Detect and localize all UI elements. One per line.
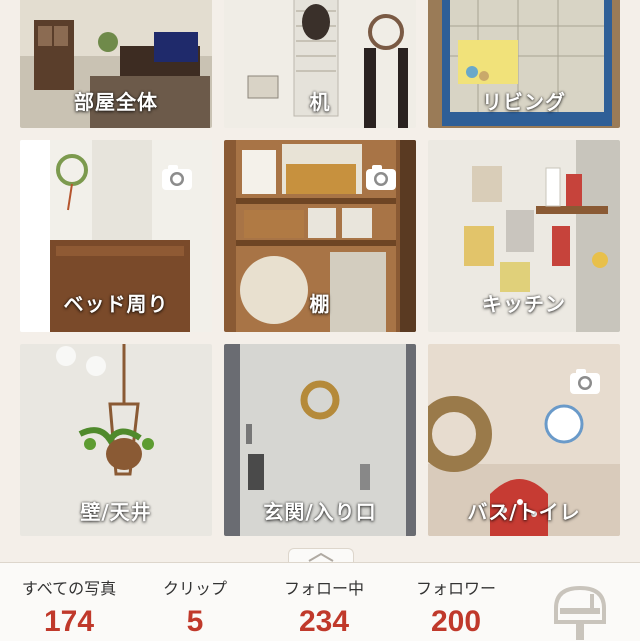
room-category-grid: 部屋全体 机 リビング ベッド周り 棚 キッチン 壁/天井 玄関/入り口 バス/… [0,0,640,560]
stat-value: 234 [298,605,350,638]
category-label: ベッド周り [63,292,169,316]
category-tile-bath[interactable]: バス/トイレ [428,344,620,536]
stat-value: 5 [186,605,204,638]
category-tile-kitchen[interactable]: キッチン [428,140,620,332]
stat-value: 174 [43,605,95,638]
category-label: 壁/天井 [80,500,152,524]
stat-following[interactable]: フォロー中 234 [264,575,384,639]
category-tile-desk[interactable]: 机 [224,0,416,128]
category-label: キッチン [482,292,566,316]
camera-icon [570,369,600,394]
category-tile-room[interactable]: 部屋全体 [20,0,212,128]
category-label: 玄関/入り口 [263,500,377,524]
camera-icon [366,165,396,190]
profile-stats-bar: すべての写真 174 クリップ 5 フォロー中 234 フォロワー 200 [0,562,640,641]
category-tile-living[interactable]: リビング [428,0,620,128]
category-label: 机 [309,90,331,114]
category-tile-wall[interactable]: 壁/天井 [20,344,212,536]
category-tile-shelf[interactable]: 棚 [224,140,416,332]
stat-clips[interactable]: クリップ 5 [140,575,250,639]
category-label: バス/トイレ [467,500,581,524]
category-label: リビング [482,90,566,114]
stat-photos[interactable]: すべての写真 174 [8,575,130,639]
category-label: 棚 [309,292,331,316]
stat-label: フォロワー [415,579,496,598]
category-label: 部屋全体 [74,90,158,114]
stat-value: 200 [430,605,482,638]
category-tile-bed[interactable]: ベッド周り [20,140,212,332]
camera-icon [162,165,192,190]
stat-label: フォロー中 [283,579,364,598]
stat-followers[interactable]: フォロワー 200 [396,575,516,639]
category-tile-entrance[interactable]: 玄関/入り口 [224,344,416,536]
stat-label: すべての写真 [21,579,117,598]
stat-label: クリップ [162,579,227,598]
mailbox-icon[interactable] [550,582,610,640]
